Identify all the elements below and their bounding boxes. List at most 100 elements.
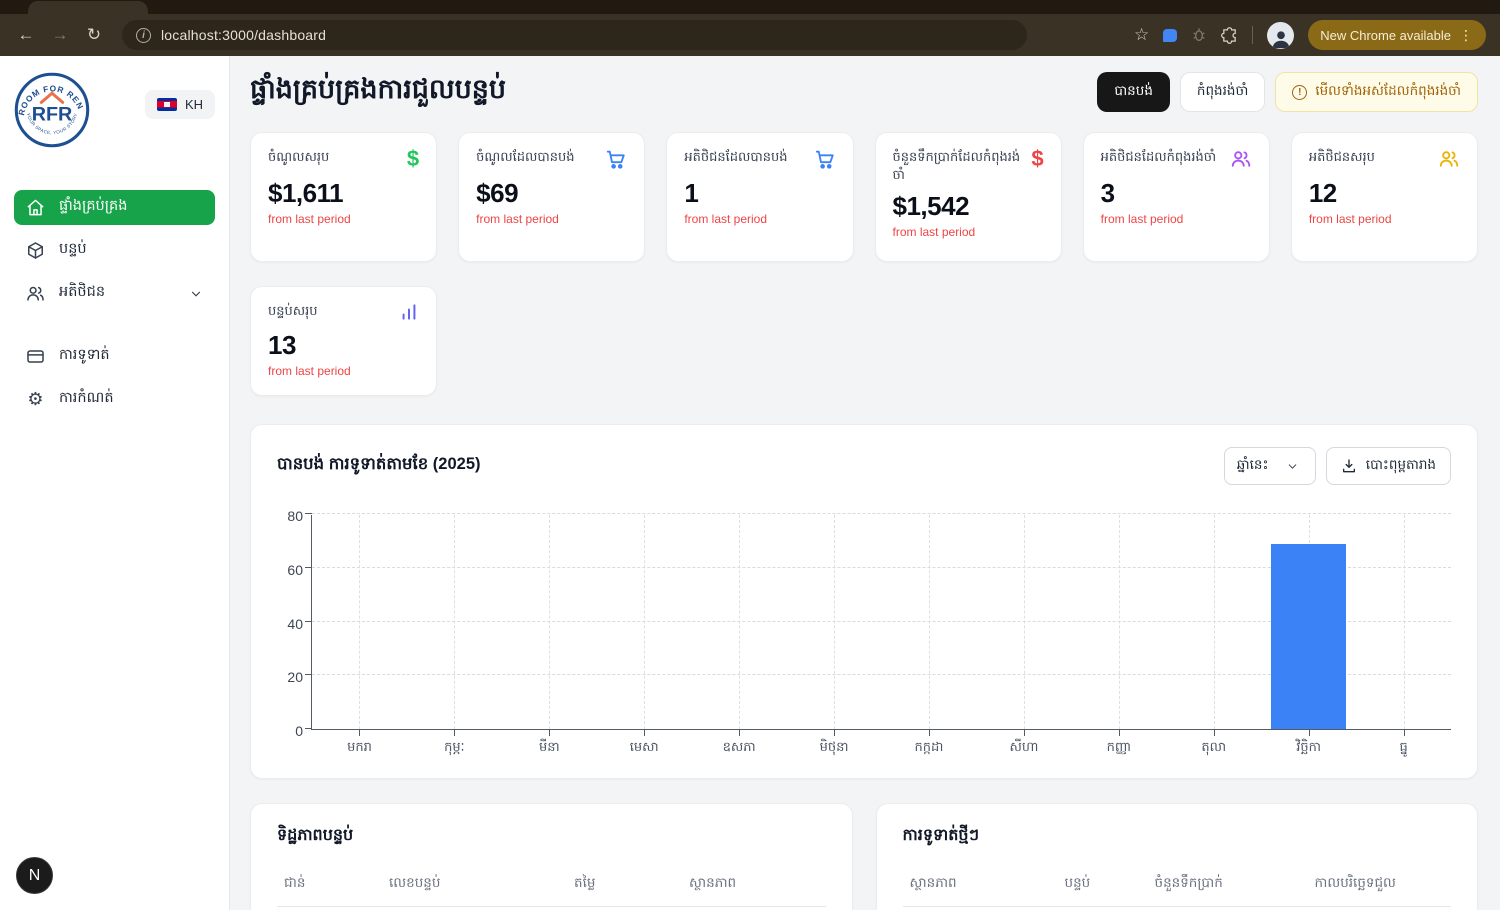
- sidebar-item-dashboard[interactable]: ផ្ទាំងគ្រប់គ្រង: [14, 190, 215, 225]
- y-axis-label: 20: [287, 669, 303, 685]
- y-tick: [305, 513, 312, 514]
- x-axis-label: សីហា: [976, 739, 1071, 758]
- sidebar-item-payments[interactable]: ការទូទាត់: [14, 339, 215, 374]
- stat-caption: from last period: [684, 212, 835, 226]
- nextjs-dev-badge[interactable]: N: [16, 857, 53, 894]
- pending-filter-button[interactable]: កំពុងរង់ចាំ: [1180, 72, 1265, 112]
- stat-label: ចំនួនទឹកប្រាក់ដែលកំពុងរង់ចាំ: [893, 148, 1024, 183]
- gear-icon: ⚙: [26, 389, 45, 410]
- chart-slot: [312, 515, 407, 729]
- column-header: លេខបន្ទប់: [382, 874, 567, 894]
- paid-filter-button[interactable]: បានបង់: [1097, 72, 1170, 112]
- dollar-icon: $: [407, 148, 419, 170]
- stat-label: បន្ទប់សរុប: [268, 302, 318, 322]
- stat-label: អតិថិជនសរុប: [1309, 148, 1375, 170]
- column-header: ចំនួនទឹកប្រាក់: [1148, 874, 1308, 894]
- sidebar-nav: ផ្ទាំងគ្រប់គ្រង បន្ទប់ អតិថិជន ការទូទា: [14, 190, 215, 417]
- year-select[interactable]: ឆ្នាំនេះ: [1224, 447, 1316, 485]
- extensions-puzzle-icon[interactable]: [1221, 27, 1238, 44]
- y-tick: [305, 621, 312, 622]
- y-tick: [305, 567, 312, 568]
- stat-label: អតិថិជនដែលបានបង់: [684, 148, 787, 170]
- view-all-pending-label: មើលទាំងអស់ដែលកំពុងរង់ចាំ: [1315, 82, 1461, 102]
- x-axis-label: មករា: [312, 739, 407, 758]
- chart-slot: [692, 515, 787, 729]
- page-title: ផ្ទាំងគ្រប់គ្រងការជួលបន្ទប់: [250, 73, 506, 112]
- y-axis-label: 60: [287, 562, 303, 578]
- site-info-icon[interactable]: i: [136, 28, 151, 43]
- stat-caption: from last period: [1309, 212, 1460, 226]
- x-axis-label: មេសា: [597, 739, 692, 758]
- url-text: localhost:3000/dashboard: [161, 27, 326, 43]
- stat-value: $69: [476, 178, 627, 209]
- chart-slot: [1166, 515, 1261, 729]
- y-axis-label: 80: [287, 508, 303, 524]
- sidebar-item-label: ការទូទាត់: [59, 346, 203, 367]
- sidebar-item-customers[interactable]: អតិថិជន: [14, 276, 215, 311]
- toolbar-divider: [1252, 26, 1253, 44]
- sidebar-item-settings[interactable]: ⚙ ការកំណត់: [14, 382, 215, 417]
- stat-value: 3: [1101, 178, 1252, 209]
- sidebar-item-rooms[interactable]: បន្ទប់: [14, 233, 215, 268]
- chrome-update-label: New Chrome available: [1320, 28, 1451, 43]
- disabled-extension-icon[interactable]: [1191, 27, 1207, 43]
- bar-chart-icon: [399, 302, 419, 322]
- rooms-table-header: ជាន់ លេខបន្ទប់ តម្លៃ ស្ថានភាព: [277, 874, 826, 907]
- users-icon: [1230, 148, 1252, 170]
- address-bar[interactable]: i localhost:3000/dashboard: [122, 20, 1027, 50]
- stat-card-paid-revenue: ចំណូលដែលបានបង់ $69 from last period: [458, 132, 645, 262]
- x-axis-label: ឧសភា: [692, 739, 787, 758]
- reload-icon[interactable]: ↻: [82, 25, 106, 45]
- print-table-button[interactable]: បោះពុម្ពតារាង: [1326, 447, 1451, 485]
- profile-avatar[interactable]: [1267, 22, 1294, 49]
- stat-card-total-customers: អតិថិជនសរុប 12 from last period: [1291, 132, 1478, 262]
- browser-chrome: ← → ↻ i localhost:3000/dashboard ☆ New C…: [0, 0, 1500, 56]
- users-icon: [1438, 148, 1460, 170]
- rfr-logo: ROOM FOR RENT YOUR SPACE, YOUR STORY RFR: [14, 72, 90, 148]
- forward-icon[interactable]: →: [48, 25, 72, 45]
- x-axis-label: កញ្ញា: [1071, 739, 1166, 758]
- sidebar-item-label: អតិថិជន: [59, 283, 175, 304]
- chart-slot: [787, 515, 882, 729]
- chart-slot: [976, 515, 1071, 729]
- back-icon[interactable]: ←: [14, 25, 38, 45]
- svg-text:RFR: RFR: [32, 104, 73, 126]
- stat-value: $1,542: [893, 191, 1044, 222]
- browser-tab[interactable]: [28, 1, 148, 14]
- stat-card-paid-customers: អតិថិជនដែលបានបង់ 1 from last period: [666, 132, 853, 262]
- y-axis-label: 0: [295, 723, 303, 739]
- credit-card-icon: [26, 347, 45, 366]
- kebab-menu-icon[interactable]: ⋮: [1459, 27, 1474, 44]
- users-icon: [26, 284, 45, 303]
- year-select-value: ឆ្នាំនេះ: [1237, 456, 1269, 476]
- chart-slot: [1261, 515, 1356, 729]
- recent-payments-card: ការទូទាត់ថ្មីៗ ស្ថានភាព បន្ទប់ ចំនួនទឹកប…: [876, 803, 1479, 910]
- chart-bar[interactable]: [1271, 544, 1346, 729]
- chrome-update-button[interactable]: New Chrome available ⋮: [1308, 20, 1486, 50]
- x-axis-label: មីនា: [502, 739, 597, 758]
- x-axis-label: កុម្ភៈ: [407, 739, 502, 758]
- chat-extension-icon[interactable]: [1163, 29, 1177, 42]
- view-all-pending-button[interactable]: ! មើលទាំងអស់ដែលកំពុងរង់ចាំ: [1275, 72, 1478, 112]
- column-header: ស្ថានភាព: [903, 874, 1058, 894]
- download-icon: [1341, 458, 1357, 474]
- language-selector[interactable]: KH: [145, 90, 215, 119]
- gridline: [312, 513, 1451, 514]
- sidebar-item-label: ការកំណត់: [59, 389, 203, 410]
- stat-caption: from last period: [1101, 212, 1252, 226]
- payments-table-title: ការទូទាត់ថ្មីៗ: [903, 824, 1452, 848]
- bookmark-star-icon[interactable]: ☆: [1134, 25, 1149, 45]
- stat-label: អតិថិជនដែលកំពុងរង់ចាំ: [1101, 148, 1217, 170]
- x-axis-label: កក្កដា: [882, 739, 977, 758]
- stat-caption: from last period: [268, 212, 419, 226]
- stats-grid: ចំណូលសរុប $ $1,611 from last period ចំណូ…: [250, 132, 1478, 262]
- chevron-down-icon: [1286, 460, 1299, 473]
- y-axis: 020406080: [277, 515, 311, 730]
- box-icon: [26, 241, 45, 260]
- stat-label: ចំណូលដែលបានបង់: [476, 148, 574, 170]
- plot-area: [311, 515, 1451, 730]
- chart-title: បានបង់ ការទូទាត់តាមខែ (2025): [277, 454, 481, 478]
- column-header: ជាន់: [277, 874, 382, 894]
- browser-toolbar: ← → ↻ i localhost:3000/dashboard ☆ New C…: [0, 14, 1500, 56]
- x-axis-label: វិច្ឆិកា: [1261, 739, 1356, 758]
